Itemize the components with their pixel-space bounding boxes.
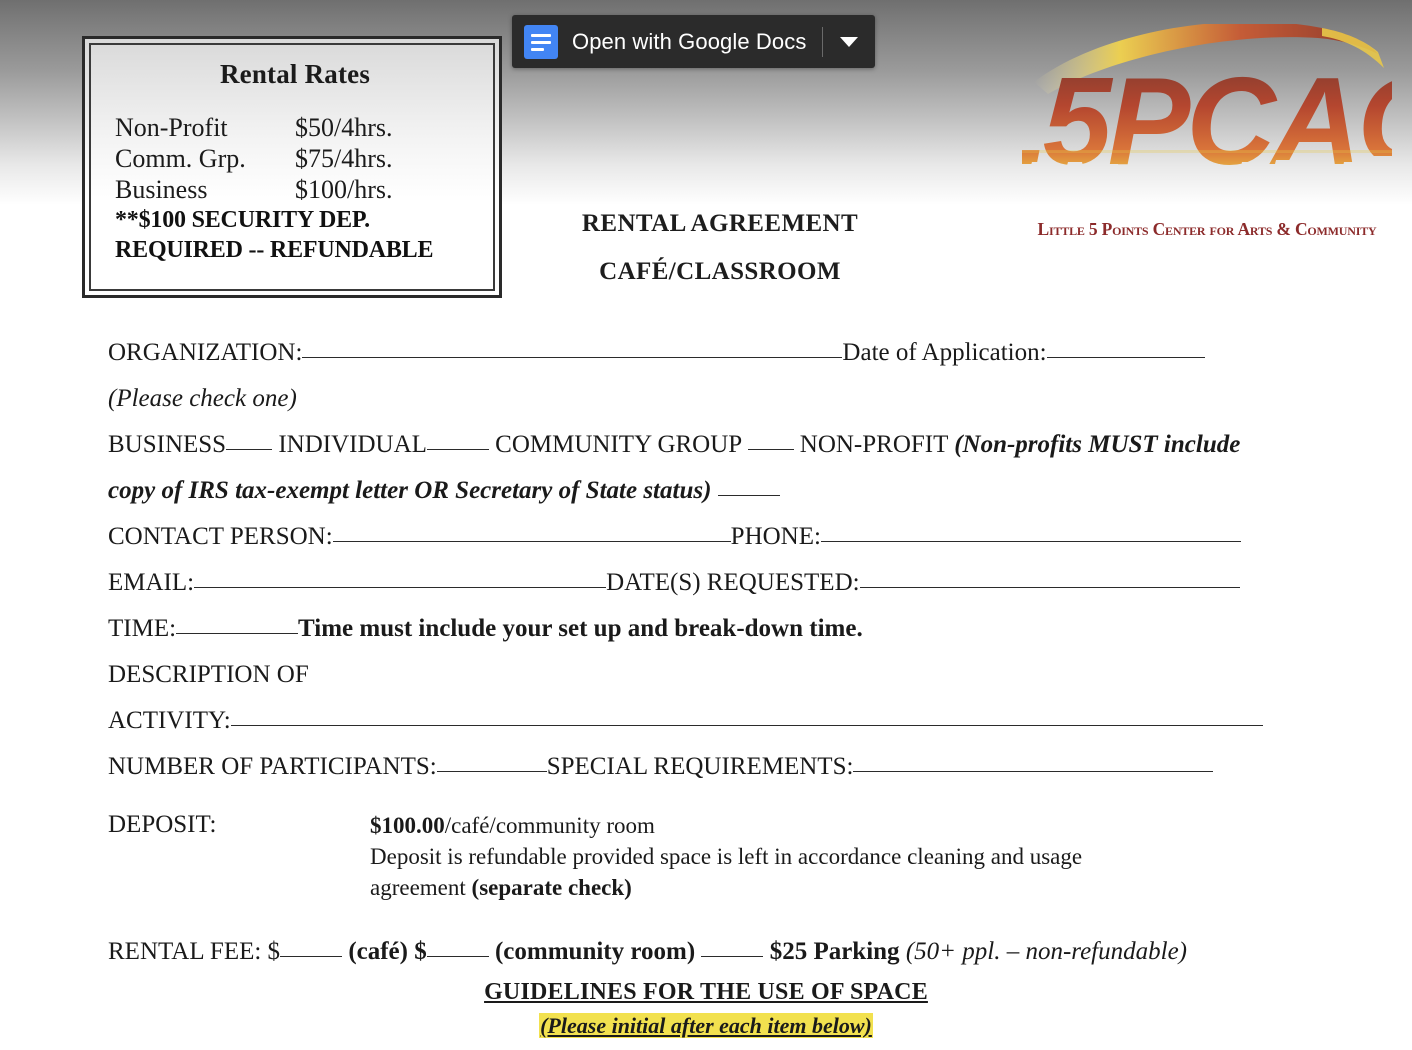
phone-label: PHONE: — [730, 523, 821, 550]
organization-row: ORGANIZATION: Date of Application: — [0, 330, 1412, 376]
svg-text:L5PCAC: L5PCAC — [1022, 53, 1392, 191]
parking-label: $25 Parking — [769, 938, 900, 965]
deposit-amount: $100.00 — [370, 813, 445, 838]
contact-person-row: CONTACT PERSON: PHONE: — [0, 514, 1412, 560]
special-requirements-label: SPECIAL REQUIREMENTS: — [546, 753, 854, 780]
deposit-agreement-line: agreement (separate check) — [370, 872, 1412, 903]
rental-fee-label: RENTAL FEE: $ — [108, 938, 281, 965]
activity-label: ACTIVITY: — [108, 707, 231, 734]
rate-name: Non-Profit — [115, 113, 228, 142]
document-body: ORGANIZATION: Date of Application: (Pleas… — [0, 330, 1412, 1050]
rental-rates-title: Rental Rates — [219, 59, 371, 89]
please-check-one-label: (Please check one) — [108, 385, 297, 412]
number-of-participants-input-blank[interactable] — [436, 753, 547, 772]
individual-label: INDIVIDUAL — [278, 431, 427, 458]
chevron-down-icon — [840, 36, 859, 47]
description-of-label: DESCRIPTION OF — [108, 661, 309, 688]
rental-fee-community-room-blank[interactable] — [426, 938, 489, 957]
rate-value: $50/4hrs. — [295, 113, 393, 142]
please-check-one-row: (Please check one) — [0, 376, 1412, 422]
open-with-google-docs-button[interactable]: Open with Google Docs — [512, 15, 876, 68]
dates-requested-label: DATE(S) REQUESTED: — [606, 569, 860, 596]
open-with-google-docs-label: Open with Google Docs — [572, 28, 807, 54]
guidelines-heading: GUIDELINES FOR THE USE OF SPACE — [484, 979, 928, 1005]
logo-graphic: L5PCAC — [1022, 24, 1392, 191]
cafe-label: (café) — [348, 938, 408, 965]
guidelines-subheading-row: (Please initial after each item below) — [0, 1009, 1412, 1043]
contact-person-input-blank[interactable] — [332, 523, 731, 542]
rate-row: Business $100/hrs. — [115, 174, 475, 205]
guidelines-subheading: (Please initial after each item below) — [539, 1013, 873, 1038]
email-row: EMAIL: DATE(S) REQUESTED: — [0, 560, 1412, 606]
rental-fee-dollar-sign: $ — [414, 938, 427, 965]
deposit-refund-line: Deposit is refundable provided space is … — [370, 844, 1083, 869]
rate-name: Business — [115, 175, 208, 204]
rental-fee-row: RENTAL FEE: $ (café) $ (community room) … — [0, 929, 1412, 975]
open-with-dropdown-button[interactable] — [823, 15, 875, 68]
organization-label: ORGANIZATION: — [108, 339, 303, 366]
rate-name: Comm. Grp. — [115, 144, 246, 173]
page-title-line-1: RENTAL AGREEMENT — [581, 210, 859, 237]
participants-row: NUMBER OF PARTICIPANTS: SPECIAL REQUIREME… — [0, 744, 1412, 790]
nonprofit-note-row: copy of IRS tax-exempt letter OR Secreta… — [0, 468, 1412, 514]
time-row: TIME: Time must include your set up and b… — [0, 606, 1412, 652]
nonprofit-note-line-1: (Non-profits MUST include — [954, 431, 1241, 458]
date-of-application-input-blank[interactable] — [1046, 339, 1205, 358]
phone-input-blank[interactable] — [820, 523, 1241, 542]
deposit-label: DEPOSIT: — [108, 811, 217, 838]
document-preview-viewport: Open with Google Docs Rental Rates Non-P… — [0, 0, 1412, 1050]
guidelines-heading-row: GUIDELINES FOR THE USE OF SPACE — [0, 975, 1412, 1009]
parking-blank[interactable] — [701, 938, 764, 957]
community-group-label: COMMUNITY GROUP — [495, 431, 742, 458]
deposit-block: DEPOSIT: $100.00/café/community room Dep… — [0, 810, 1412, 903]
contact-person-label: CONTACT PERSON: — [108, 523, 333, 550]
dates-requested-input-blank[interactable] — [859, 569, 1240, 588]
date-of-application-label: Date of Application: — [842, 339, 1047, 366]
l5pcac-logo: L5PCAC Little 5 Points Center for Arts &… — [1022, 24, 1392, 252]
email-input-blank[interactable] — [194, 569, 607, 588]
rental-rates-inner-border: Rental Rates Non-Profit $50/4hrs. Comm. … — [89, 43, 495, 291]
individual-checkbox-blank[interactable] — [426, 431, 489, 450]
business-checkbox-blank[interactable] — [226, 431, 273, 450]
special-requirements-input-blank[interactable] — [853, 753, 1214, 772]
time-note: Time must include your set up and break-… — [298, 615, 863, 642]
security-deposit-note-line2: REQUIRED -- REFUNDABLE — [115, 237, 434, 263]
deposit-amount-suffix: /café/community room — [444, 813, 655, 838]
parking-note: (50+ ppl. – non-refundable) — [905, 938, 1187, 965]
activity-input-blank[interactable] — [230, 707, 1263, 726]
time-input-blank[interactable] — [176, 615, 299, 634]
nonprofit-checkbox-blank[interactable] — [717, 477, 780, 496]
deposit-agreement-prefix: agreement — [370, 875, 472, 900]
rate-value: $100/hrs. — [295, 175, 393, 204]
logo-tagline: Little 5 Points Center for Arts & Commun… — [1037, 219, 1377, 239]
rental-rates-box: Rental Rates Non-Profit $50/4hrs. Comm. … — [82, 36, 502, 298]
activity-row: ACTIVITY: — [0, 698, 1412, 744]
rental-fee-cafe-blank[interactable] — [280, 938, 343, 957]
applicant-type-row: BUSINESS INDIVIDUAL COMMUNITY GROUP NON-… — [0, 422, 1412, 468]
business-label: BUSINESS — [108, 431, 227, 458]
description-of-row: DESCRIPTION OF — [0, 652, 1412, 698]
google-docs-icon — [524, 24, 558, 59]
page-title-line-2: CAFÉ/CLASSROOM — [599, 258, 841, 285]
document-title-block: RENTAL AGREEMENT CAFÉ/CLASSROOM — [470, 200, 970, 296]
number-of-participants-label: NUMBER OF PARTICIPANTS: — [108, 753, 437, 780]
rate-row: Non-Profit $50/4hrs. — [115, 112, 475, 143]
separate-check-note: (separate check) — [471, 875, 632, 900]
organization-input-blank[interactable] — [302, 339, 843, 358]
community-group-checkbox-blank[interactable] — [747, 431, 794, 450]
nonprofit-note-line-2: copy of IRS tax-exempt letter OR Secreta… — [108, 477, 712, 504]
email-label: EMAIL: — [108, 569, 195, 596]
time-label: TIME: — [108, 615, 177, 642]
rate-row: Comm. Grp. $75/4hrs. — [115, 143, 475, 174]
deposit-amount-line: $100.00/café/community room — [370, 810, 1412, 841]
non-profit-label: NON-PROFIT — [799, 431, 948, 458]
security-deposit-note-line1: **$100 SECURITY DEP. — [115, 207, 370, 233]
community-room-label: (community room) — [494, 938, 696, 965]
rate-value: $75/4hrs. — [295, 144, 393, 173]
